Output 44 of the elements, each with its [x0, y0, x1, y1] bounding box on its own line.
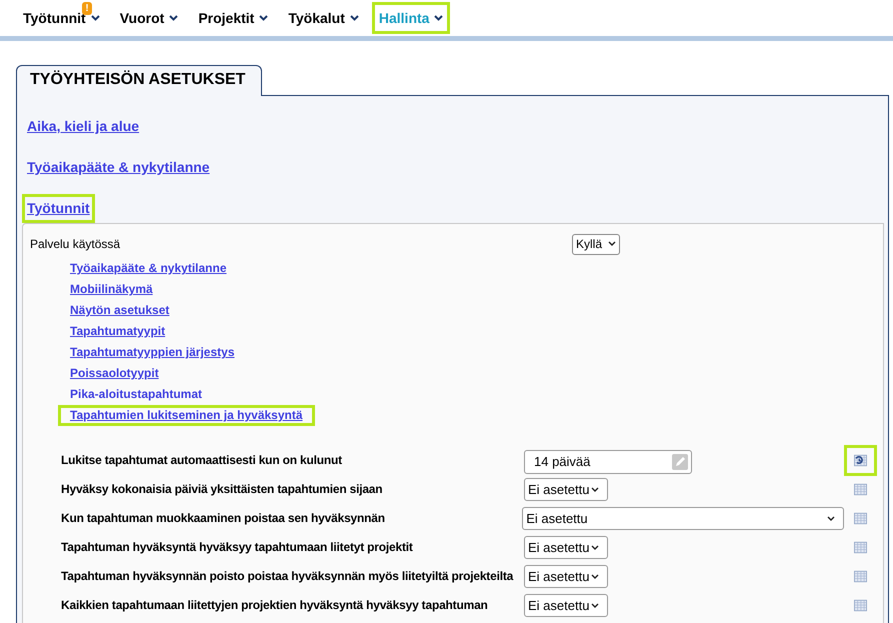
settings-link[interactable]: Näytön asetukset	[58, 300, 182, 321]
nav-menu-item[interactable]: Projektit	[191, 2, 276, 34]
setting-label: Lukitse tapahtumat automaattisesti kun on kulunut	[61, 453, 343, 468]
alert-badge: !	[82, 2, 92, 15]
settings-link[interactable]: Tapahtumatyyppien järjestys	[58, 342, 246, 363]
chevron-icon	[591, 602, 599, 608]
select-dropdown[interactable]: Ei asetettu	[522, 507, 844, 530]
chevron-icon	[90, 15, 100, 21]
service-label: Palvelu käytössä	[30, 236, 122, 252]
panel-tab[interactable]: TYÖYHTEISÖN ASETUKSET	[16, 65, 262, 96]
service-select[interactable]: Kyllä	[572, 234, 620, 254]
select-dropdown[interactable]: Ei asetettu	[524, 594, 608, 617]
chevron-icon	[827, 516, 835, 522]
chevron-icon	[591, 574, 599, 580]
setting-label: Tapahtuman hyväksyntä hyväksyy tapahtumaan liitetyt projektit	[61, 540, 414, 555]
chevron-icon	[608, 241, 616, 247]
chevron-icon	[169, 15, 178, 21]
settings-link[interactable]: Tapahtumatyypit	[58, 321, 178, 342]
setting-label: Kaikkien tapahtumaan liitettyjen projektien hyväksyntä hyväksyy tapahtuman	[61, 598, 489, 613]
setting-label: Tapahtuman hyväksynnän poisto poistaa hyväksynnän myös liitetyiltä projekteilta	[61, 569, 514, 584]
section-link[interactable]: Työaikapääte & nykytilanne	[22, 153, 215, 182]
chevron-icon	[591, 544, 599, 550]
history-calendar-icon[interactable]	[844, 445, 877, 476]
setting-label: Hyväksy kokonaisia päiviä yksittäisten tapahtumien sijaan	[61, 482, 384, 497]
chevron-icon	[434, 15, 444, 21]
select-dropdown[interactable]: Ei asetettu	[524, 565, 608, 588]
chevron-icon	[350, 15, 359, 21]
input-field[interactable]: 14 päivää	[524, 450, 692, 474]
settings-link[interactable]: Työaikapääte & nykytilanne	[58, 258, 239, 279]
nav-menu-item[interactable]: Vuorot	[112, 2, 186, 34]
settings-link[interactable]: Poissaolotyypit	[58, 363, 171, 384]
select-dropdown[interactable]: Ei asetettu	[524, 536, 608, 559]
pencil-icon[interactable]	[672, 454, 688, 470]
nav-menu-item[interactable]: Työkalut	[281, 2, 366, 34]
settings-link[interactable]: Tapahtumien lukitseminen ja hyväksyntä	[58, 405, 315, 426]
section-link[interactable]: Aika, kieli ja alue	[22, 112, 144, 141]
setting-label: Kun tapahtuman muokkaaminen poistaa sen hyväksynnän	[61, 511, 386, 526]
chevron-icon	[591, 486, 599, 492]
chevron-icon	[259, 15, 268, 21]
select-dropdown[interactable]: Ei asetettu	[524, 478, 608, 501]
section-link[interactable]: Työtunnit	[22, 194, 95, 223]
settings-link[interactable]: Mobiilinäkymä	[58, 279, 165, 300]
nav-menu-item[interactable]: Työtunnit !	[16, 2, 107, 34]
settings-link[interactable]: Pika-aloitustapahtumat	[58, 384, 214, 405]
